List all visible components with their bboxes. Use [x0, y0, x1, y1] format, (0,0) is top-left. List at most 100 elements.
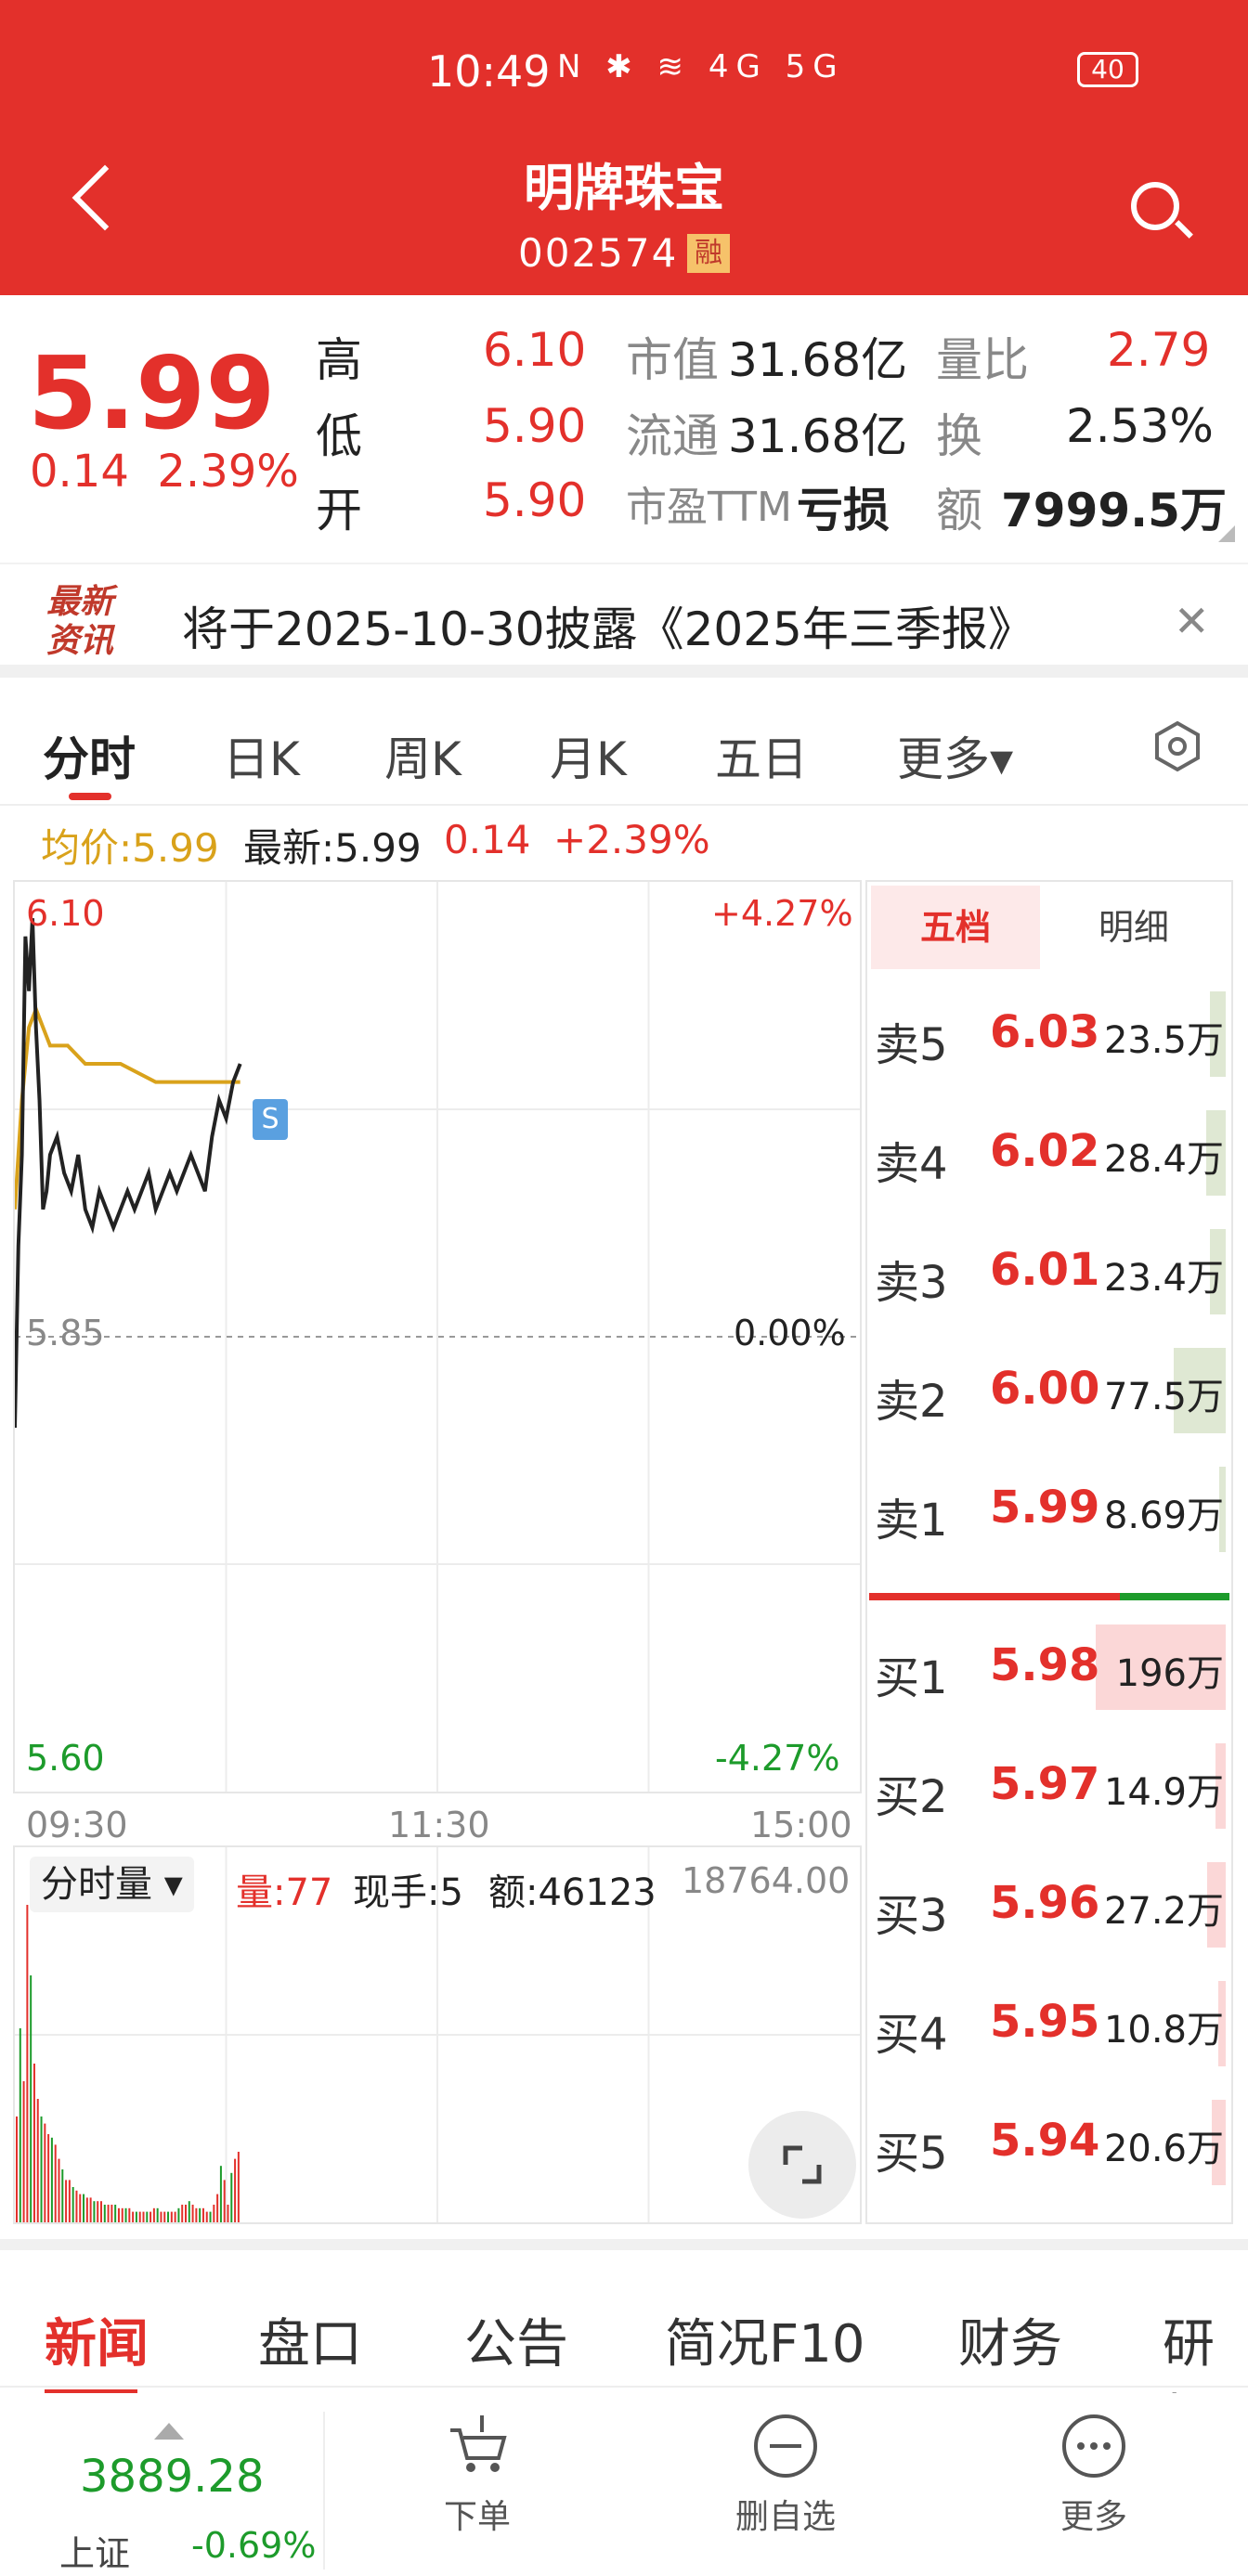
index-value[interactable]: 3889.28	[80, 2451, 265, 2503]
tab-f10[interactable]: 简况F10	[665, 2302, 864, 2377]
tab-news[interactable]: 新闻	[45, 2302, 149, 2377]
pct-min-label: -4.27%	[715, 1738, 840, 1779]
fullscreen-button[interactable]	[748, 2111, 856, 2219]
change-pct: 2.39%	[157, 446, 299, 498]
order-label: 下单	[443, 2498, 511, 2536]
footer-divider	[323, 2412, 325, 2570]
volume-bar	[138, 2211, 141, 2222]
ask-volume: 28.4万	[1103, 1138, 1224, 1181]
legend-pct: +2.39%	[553, 817, 710, 862]
y-min-label: 5.60	[26, 1738, 105, 1779]
float-value: 31.68亿	[728, 409, 908, 463]
bid-volume: 20.6万	[1103, 2128, 1224, 2170]
ask-price: 6.00	[990, 1363, 1100, 1415]
ask-row[interactable]: 卖4 6.02 28.4万	[867, 1103, 1231, 1205]
expand-corner-icon[interactable]	[1218, 525, 1235, 542]
ask-row[interactable]: 卖2 6.00 77.5万	[867, 1340, 1231, 1443]
tab-five-levels[interactable]: 五档	[871, 886, 1040, 969]
volume-bar	[170, 2211, 173, 2222]
legend-chg: 0.14	[444, 817, 531, 862]
high-value: 6.10	[483, 323, 587, 377]
volume-bar	[30, 1975, 32, 2222]
expand-up-icon[interactable]	[154, 2423, 184, 2440]
bid-row[interactable]: 买1 5.98 196万	[867, 1617, 1231, 1719]
volume-bar	[185, 2205, 187, 2222]
search-icon[interactable]	[1131, 182, 1179, 230]
pe-label: 市盈TTM	[626, 484, 792, 531]
volume-bar	[58, 2158, 60, 2222]
chart-tabs: 分时 日K 周K 月K 五日 更多▾	[0, 687, 1248, 806]
index-name: 上证	[59, 2533, 131, 2574]
more-button[interactable]: 更多	[1020, 2412, 1168, 2538]
volume-bar	[16, 2116, 18, 2222]
low-label: 低	[316, 409, 362, 463]
ask-label: 卖4	[875, 1138, 948, 1190]
mcap-value: 31.68亿	[728, 333, 908, 387]
change-value: 0.14	[30, 446, 129, 498]
volume-selector[interactable]: 分时量 ▾	[30, 1857, 194, 1912]
bid-row[interactable]: 买3 5.96 27.2万	[867, 1855, 1231, 1957]
tab-intraday[interactable]: 分时	[43, 722, 136, 789]
bid-ask-split	[869, 1593, 1229, 1600]
pct-max-label: +4.27%	[711, 893, 853, 934]
bid-price: 5.95	[990, 1996, 1100, 2048]
ask-label: 卖1	[875, 1495, 948, 1547]
ask-row[interactable]: 卖5 6.03 23.5万	[867, 984, 1231, 1086]
volume-bar	[205, 2211, 208, 2222]
turnover-value: 2.53%	[1066, 399, 1214, 453]
volume-bar	[156, 2207, 159, 2222]
order-button[interactable]: 下单	[403, 2412, 552, 2538]
volume-bar	[89, 2197, 92, 2222]
bid-label: 买3	[875, 1890, 948, 1942]
time-start: 09:30	[26, 1805, 128, 1845]
tab-monthly-k[interactable]: 月K	[550, 722, 627, 789]
bid-label: 买4	[875, 2009, 948, 2061]
bid-price: 5.98	[990, 1639, 1100, 1691]
tab-daily-k[interactable]: 日K	[223, 722, 300, 789]
bid-label: 买5	[875, 2128, 948, 2180]
turnover-label: 换	[936, 409, 982, 463]
app-header: 10:49 N ✱ ≋ 4G 5G 40 明牌珠宝 002574 融	[0, 0, 1248, 295]
ask-volume: 23.5万	[1103, 1019, 1224, 1062]
bid-row[interactable]: 买4 5.95 10.8万	[867, 1974, 1231, 2076]
tab-finance[interactable]: 财务	[958, 2302, 1062, 2377]
volume-bar	[117, 2207, 120, 2222]
volume-bar	[22, 2081, 25, 2222]
y-max-label: 6.10	[26, 893, 105, 934]
volume-bar	[146, 2211, 149, 2222]
page-title: 明牌珠宝	[524, 159, 724, 217]
bid-row[interactable]: 买5 5.94 20.6万	[867, 2092, 1231, 2194]
volume-bar	[209, 2211, 212, 2222]
volume-bar	[68, 2180, 71, 2222]
tab-details[interactable]: 明细	[1049, 886, 1218, 969]
volume-chart[interactable]: 分时量 ▾ 量:77 现手:5 额:46123 18764.00	[13, 1845, 862, 2224]
tab-weekly-k[interactable]: 周K	[384, 722, 462, 789]
tab-five-day[interactable]: 五日	[715, 722, 808, 789]
status-icons: N ✱ ≋ 4G 5G	[557, 48, 845, 85]
remove-watchlist-button[interactable]: 删自选	[711, 2412, 860, 2538]
tab-orderbook[interactable]: 盘口	[258, 2302, 362, 2377]
news-banner[interactable]: 最新 资讯 将于2025-10-30披露《2025年三季报》 ✕	[0, 563, 1248, 678]
bid-volume: 27.2万	[1103, 1890, 1224, 1933]
tab-announcements[interactable]: 公告	[464, 2302, 568, 2377]
tab-more[interactable]: 更多▾	[897, 722, 1013, 789]
bid-price: 5.94	[990, 2115, 1100, 2167]
volume-bar	[75, 2190, 78, 2222]
bid-price: 5.97	[990, 1758, 1100, 1810]
sell-signal-marker[interactable]: S	[253, 1099, 288, 1140]
ask-row[interactable]: 卖1 5.99 8.69万	[867, 1459, 1231, 1561]
volume-max: 18764.00	[682, 1860, 851, 1901]
ask-price: 6.01	[990, 1244, 1100, 1296]
volume-bar	[36, 2099, 39, 2222]
bid-row[interactable]: 买2 5.97 14.9万	[867, 1736, 1231, 1838]
volume-bar	[188, 2201, 190, 2222]
news-text[interactable]: 将于2025-10-30披露《2025年三季报》	[182, 592, 1034, 659]
settings-icon[interactable]	[1151, 720, 1203, 772]
stock-code: 002574	[518, 230, 679, 276]
volume-bar	[150, 2211, 152, 2222]
ask-price: 5.99	[990, 1482, 1100, 1534]
ask-row[interactable]: 卖3 6.01 23.4万	[867, 1222, 1231, 1324]
close-icon[interactable]: ✕	[1174, 596, 1210, 646]
low-value: 5.90	[483, 399, 587, 453]
time-mid: 11:30	[388, 1805, 490, 1845]
